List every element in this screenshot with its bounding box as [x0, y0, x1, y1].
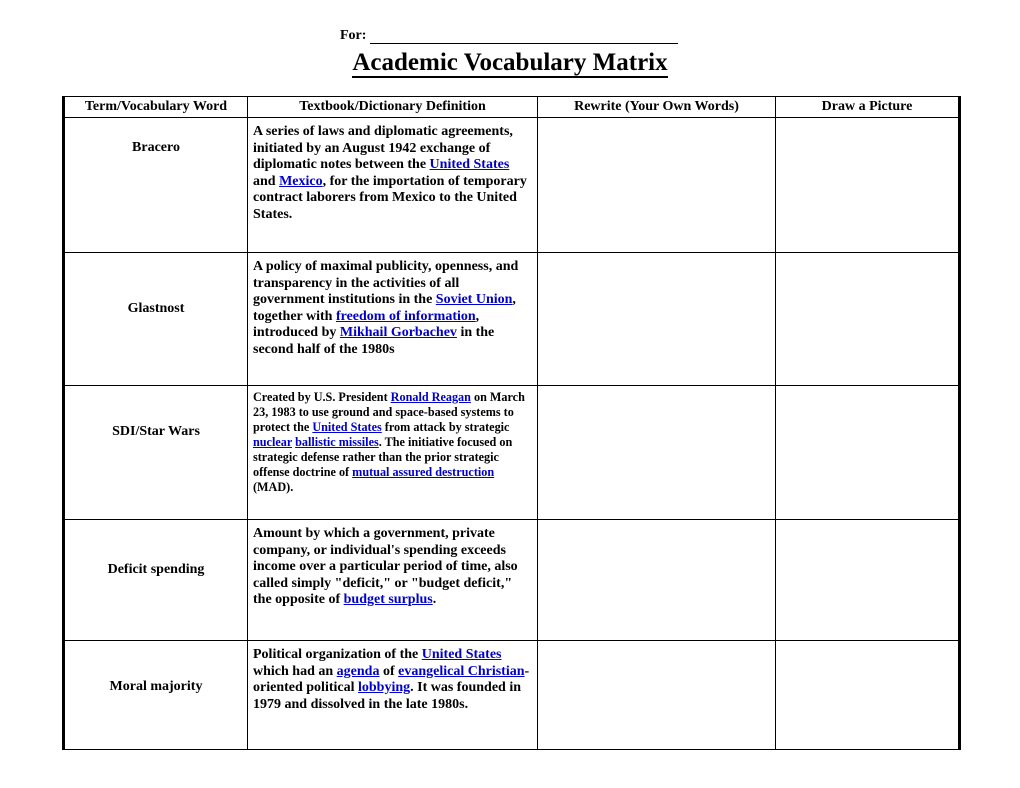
column-header-draw: Draw a Picture [775, 96, 961, 118]
rewrite-cell[interactable] [537, 117, 776, 253]
definition-text: from attack by strategic [381, 420, 510, 434]
term-cell: Moral majority [62, 640, 248, 750]
definition-cell: Created by U.S. President Ronald Reagan … [247, 385, 538, 520]
rewrite-cell[interactable] [537, 385, 776, 520]
table-row: Deficit spending Amount by which a govern… [62, 519, 961, 641]
definition-link[interactable]: nuclear [253, 435, 292, 449]
definition-link[interactable]: lobbying [358, 680, 410, 695]
definition-link[interactable]: Mikhail Gorbachev [340, 325, 457, 340]
rewrite-cell[interactable] [537, 252, 776, 386]
term-cell: Bracero [62, 117, 248, 253]
definition-text: . [432, 592, 437, 607]
for-blank-field[interactable] [370, 30, 679, 44]
draw-picture-cell[interactable] [775, 385, 961, 520]
draw-picture-cell[interactable] [775, 252, 961, 386]
definition-link[interactable]: evangelical Christian [398, 664, 524, 679]
definition-link[interactable]: United States [422, 647, 502, 662]
for-line: For: [340, 28, 679, 44]
table-row: Moral majority Political organization of … [62, 640, 961, 750]
definition-cell: Political organization of the United Sta… [247, 640, 538, 750]
document-page: For: Academic Vocabulary Matrix Term/Voc… [0, 0, 1020, 788]
table-row: SDI/Star Wars Created by U.S. President R… [62, 385, 961, 520]
page-title: Academic Vocabulary Matrix [0, 48, 1020, 78]
definition-cell: Amount by which a government, private co… [247, 519, 538, 641]
definition-text: Created by U.S. President [253, 390, 391, 404]
column-header-term: Term/Vocabulary Word [62, 96, 248, 118]
definition-link[interactable]: freedom of information [336, 309, 476, 324]
column-header-definition: Textbook/Dictionary Definition [247, 96, 538, 118]
draw-picture-cell[interactable] [775, 117, 961, 253]
term-label: Moral majority [109, 679, 203, 694]
term-label: Deficit spending [107, 562, 205, 577]
table-row: Bracero A series of laws and diplomatic a… [62, 117, 961, 253]
column-header-rewrite: Rewrite (Your Own Words) [537, 96, 776, 118]
definition-cell: A policy of maximal publicity, openness,… [247, 252, 538, 386]
rewrite-cell[interactable] [537, 519, 776, 641]
definition-link[interactable]: Soviet Union [436, 292, 513, 307]
definition-cell: A series of laws and diplomatic agreemen… [247, 117, 538, 253]
term-label: SDI/Star Wars [112, 424, 200, 439]
definition-text: (MAD). [253, 480, 294, 494]
table-body: Bracero A series of laws and diplomatic a… [62, 117, 961, 750]
definition-text: of [379, 663, 399, 679]
draw-picture-cell[interactable] [775, 640, 961, 750]
definition-text: which had an [253, 663, 337, 679]
definition-link[interactable]: mutual assured destruction [352, 465, 494, 479]
term-cell: Deficit spending [62, 519, 248, 641]
term-label: Bracero [132, 140, 180, 155]
definition-link[interactable]: budget surplus [344, 592, 433, 607]
table-row: Glastnost A policy of maximal publicity, … [62, 252, 961, 386]
definition-link[interactable]: agenda [337, 664, 380, 679]
rewrite-cell[interactable] [537, 640, 776, 750]
definition-link[interactable]: ballistic missiles [295, 435, 379, 449]
definition-link[interactable]: Mexico [279, 174, 323, 189]
term-label: Glastnost [127, 301, 185, 316]
term-cell: Glastnost [62, 252, 248, 386]
for-label: For: [340, 28, 367, 43]
definition-link[interactable]: Ronald Reagan [391, 390, 471, 404]
page-title-text: Academic Vocabulary Matrix [352, 49, 668, 78]
definition-text: and [253, 173, 280, 189]
vocabulary-matrix-table: Term/Vocabulary Word Textbook/Dictionary… [62, 96, 961, 750]
draw-picture-cell[interactable] [775, 519, 961, 641]
definition-text: Political organization of the [253, 647, 422, 662]
definition-link[interactable]: United States [312, 420, 381, 434]
term-cell: SDI/Star Wars [62, 385, 248, 520]
table-header-row: Term/Vocabulary Word Textbook/Dictionary… [62, 96, 961, 118]
definition-link[interactable]: United States [430, 157, 510, 172]
